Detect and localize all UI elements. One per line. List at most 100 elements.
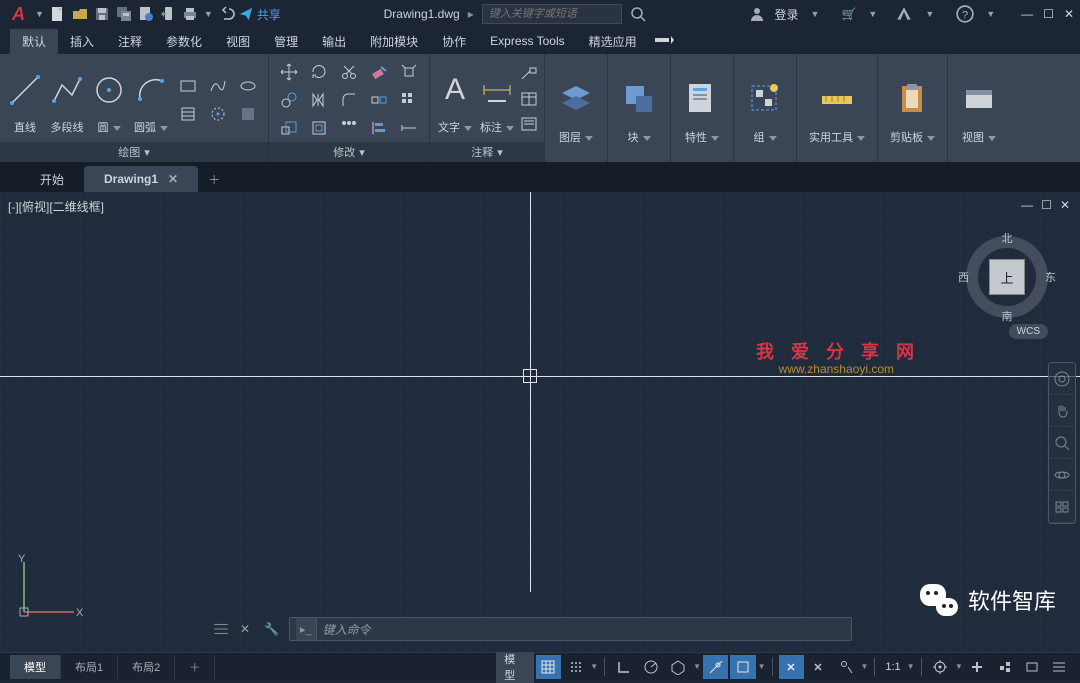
fillet-icon[interactable] <box>335 87 363 113</box>
osnap-icon[interactable] <box>703 655 728 679</box>
quickprops-icon[interactable] <box>965 655 990 679</box>
layout-tab-add[interactable]: ＋ <box>175 655 215 679</box>
ribbon-minimize[interactable] <box>649 30 677 52</box>
otrack-icon[interactable] <box>730 655 755 679</box>
viewcube-top[interactable]: 上 <box>989 259 1025 295</box>
file-tab-add[interactable]: ＋ <box>198 166 230 192</box>
filename-caret[interactable]: ▸ <box>468 7 474 21</box>
tab-output[interactable]: 输出 <box>310 29 358 54</box>
tab-view[interactable]: 视图 <box>214 29 262 54</box>
panel-blocks[interactable]: 块 <box>608 54 671 162</box>
lineweight-icon[interactable]: ✕ <box>779 655 804 679</box>
viewport-label[interactable]: [-][俯视][二维线框] <box>8 198 104 215</box>
align-icon[interactable] <box>365 115 393 141</box>
plot-to-mobile-icon[interactable] <box>158 4 178 24</box>
vp-maximize[interactable]: ☐ <box>1041 198 1052 212</box>
pan-icon[interactable] <box>1049 395 1075 427</box>
ellipse-icon[interactable] <box>234 73 262 99</box>
autodesk-icon[interactable] <box>895 5 913 23</box>
tab-annotate[interactable]: 注释 <box>106 29 154 54</box>
layout-tab-2[interactable]: 布局2 <box>118 655 175 679</box>
tab-default[interactable]: 默认 <box>10 29 58 54</box>
cmd-history-icon[interactable] <box>212 620 230 638</box>
login-button[interactable]: 登录 <box>775 6 799 23</box>
status-model[interactable]: 模型 <box>496 651 533 683</box>
polar-icon[interactable] <box>638 655 663 679</box>
steering-wheel-icon[interactable] <box>1049 363 1075 395</box>
panel-clipboard[interactable]: 剪贴板 <box>878 54 948 162</box>
saveas-icon[interactable] <box>114 4 134 24</box>
print-icon[interactable] <box>180 4 200 24</box>
snap-mode-icon[interactable] <box>563 655 588 679</box>
isodraft-icon[interactable] <box>666 655 691 679</box>
help-icon[interactable]: ? <box>956 5 974 23</box>
qat-caret[interactable]: ▼ <box>204 9 213 19</box>
search-box[interactable] <box>482 4 622 24</box>
open-icon[interactable] <box>70 4 90 24</box>
drawing-viewport[interactable]: [-][俯视][二维线框] — ☐ ✕ 我 爱 分 享 网 www.zhansh… <box>0 192 1080 652</box>
tab-manage[interactable]: 管理 <box>262 29 310 54</box>
file-tab-drawing1[interactable]: Drawing1✕ <box>84 166 198 192</box>
scale-icon[interactable] <box>275 115 303 141</box>
mtext-icon[interactable] <box>520 115 538 136</box>
user-icon[interactable] <box>749 6 765 22</box>
lengthen-icon[interactable] <box>395 115 423 141</box>
mirror-icon[interactable] <box>305 87 333 113</box>
annotation-scale[interactable]: 1:1 <box>881 661 904 673</box>
undo-icon[interactable] <box>217 4 237 24</box>
ortho-icon[interactable] <box>611 655 636 679</box>
close-button[interactable]: ✕ <box>1064 7 1074 21</box>
wcs-tag[interactable]: WCS <box>1009 324 1048 339</box>
zoom-extents-icon[interactable] <box>1049 427 1075 459</box>
point-icon[interactable] <box>204 101 232 127</box>
cart-icon[interactable]: 🛒 <box>841 7 856 21</box>
trim-icon[interactable] <box>335 59 363 85</box>
panel-label-annot[interactable]: 注释 ▾ <box>430 142 544 162</box>
hatch-icon[interactable] <box>174 101 202 127</box>
search-input[interactable] <box>483 8 621 20</box>
panel-groups[interactable]: 组 <box>734 54 797 162</box>
arc-button[interactable]: 圆弧 <box>132 63 170 137</box>
stretch-icon[interactable] <box>365 87 393 113</box>
minimize-button[interactable]: — <box>1021 7 1033 21</box>
offset-icon[interactable] <box>305 115 333 141</box>
array-icon[interactable] <box>395 87 423 113</box>
region-icon[interactable] <box>234 101 262 127</box>
grid-toggle-icon[interactable] <box>536 655 561 679</box>
erase-icon[interactable] <box>365 59 393 85</box>
text-button[interactable]: A文字 <box>436 63 474 137</box>
close-tab-icon[interactable]: ✕ <box>168 172 178 186</box>
line-button[interactable]: 直线 <box>6 63 44 137</box>
cleanscreen-icon[interactable] <box>1047 655 1072 679</box>
panel-label-modify[interactable]: 修改 ▾ <box>269 142 429 162</box>
share-button[interactable]: 共享 <box>239 6 281 23</box>
copy-icon[interactable] <box>275 87 303 113</box>
app-logo[interactable]: A <box>6 4 31 25</box>
showmotion-icon[interactable] <box>1049 491 1075 523</box>
cmd-close-icon[interactable]: ✕ <box>240 622 250 636</box>
workspace-icon[interactable] <box>928 655 953 679</box>
layout-tab-1[interactable]: 布局1 <box>61 655 118 679</box>
rotate-icon[interactable] <box>305 59 333 85</box>
rectangle-icon[interactable] <box>174 73 202 99</box>
tab-featured[interactable]: 精选应用 <box>577 29 649 54</box>
explode-icon[interactable] <box>395 59 423 85</box>
app-menu-caret[interactable]: ▼ <box>35 9 44 19</box>
panel-view[interactable]: 视图 <box>948 54 1010 162</box>
viewcube[interactable]: 北 南 西 东 上 <box>962 232 1052 322</box>
vp-close[interactable]: ✕ <box>1060 198 1070 212</box>
panel-layers[interactable]: 图层 <box>545 54 608 162</box>
move-icon[interactable] <box>275 59 303 85</box>
transparency-icon[interactable]: ✕ <box>806 655 831 679</box>
save-icon[interactable] <box>92 4 112 24</box>
web-icon[interactable] <box>136 4 156 24</box>
ui-lock-icon[interactable] <box>992 655 1017 679</box>
arraypath-icon[interactable] <box>335 115 363 141</box>
layout-tab-model[interactable]: 模型 <box>10 655 61 679</box>
search-icon[interactable] <box>630 6 646 22</box>
new-icon[interactable] <box>48 4 68 24</box>
tab-collab[interactable]: 协作 <box>430 29 478 54</box>
maximize-button[interactable]: ☐ <box>1043 7 1054 21</box>
leader-icon[interactable] <box>520 65 538 86</box>
polyline-button[interactable]: 多段线 <box>48 63 86 137</box>
